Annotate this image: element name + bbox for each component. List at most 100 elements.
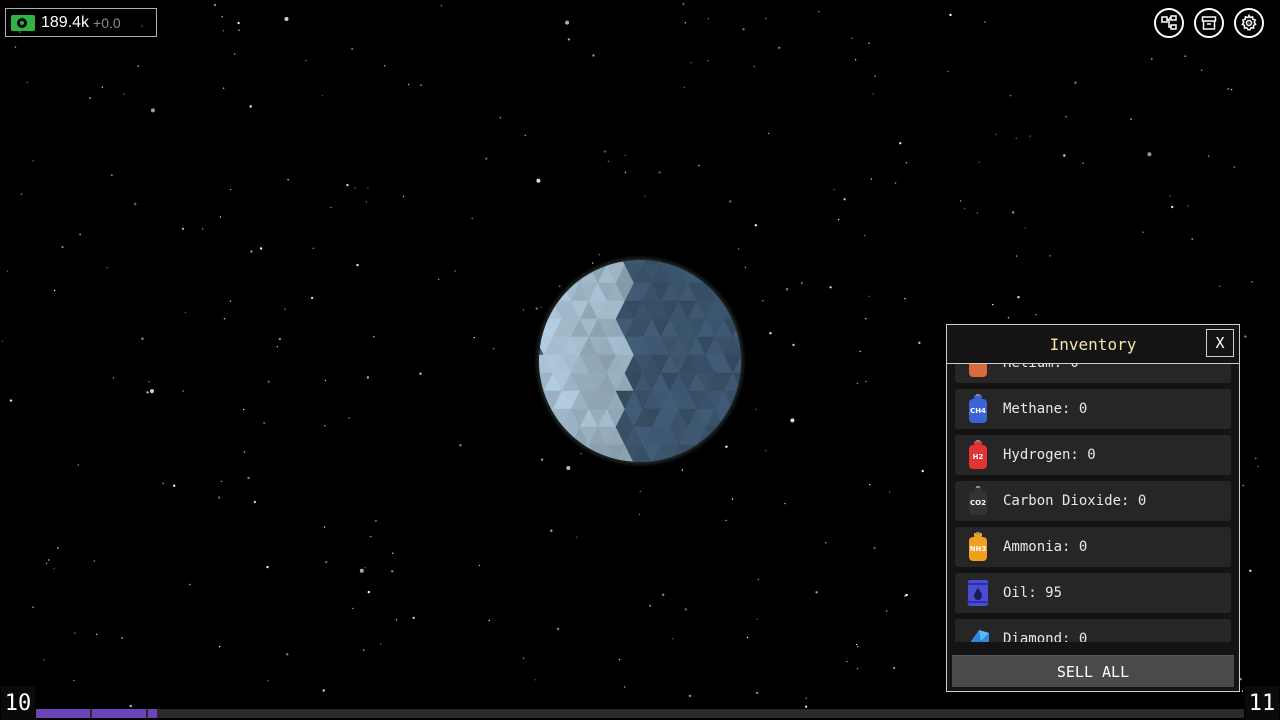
settings-button[interactable]: [1234, 8, 1264, 38]
archive-icon: [1201, 16, 1217, 30]
planet-facet: [570, 260, 590, 266]
star: [1015, 137, 1017, 140]
inventory-header: Inventory X: [947, 325, 1239, 364]
star: [856, 646, 859, 648]
planet-facet: [543, 264, 563, 284]
star: [217, 496, 221, 499]
star: [201, 228, 204, 230]
star: [384, 65, 386, 67]
close-button[interactable]: X: [1206, 329, 1234, 357]
star: [351, 48, 353, 50]
star: [419, 372, 422, 375]
inventory-item[interactable]: Diamond: 0: [955, 619, 1231, 642]
star: [284, 17, 289, 21]
svg-text:NH3: NH3: [970, 545, 987, 553]
star: [20, 193, 23, 195]
star: [222, 87, 225, 89]
star: [1074, 81, 1077, 84]
planet-facet: [723, 444, 741, 462]
sell-all-button[interactable]: SELL ALL: [952, 655, 1234, 687]
planet-facet: [579, 260, 599, 266]
planet-facet: [705, 260, 725, 266]
star: [1244, 335, 1247, 338]
star: [524, 134, 526, 137]
star: [364, 567, 366, 569]
star: [223, 318, 226, 320]
inventory-item-label: Carbon Dioxide: 0: [1003, 493, 1147, 509]
planet[interactable]: [534, 255, 746, 467]
star: [874, 75, 876, 77]
co2-tank-icon: CO2: [965, 486, 991, 516]
star: [756, 618, 758, 620]
star: [366, 376, 370, 379]
planet-facet: [723, 264, 741, 284]
star: [618, 658, 621, 661]
star: [310, 296, 314, 300]
inventory-item-label: Helium: 0: [1003, 364, 1079, 371]
star: [1147, 152, 1152, 157]
planet-facet: [742, 265, 746, 283]
tech-tree-button[interactable]: [1154, 8, 1184, 38]
star: [73, 679, 75, 682]
star: [984, 21, 986, 23]
star: [742, 28, 745, 31]
star: [522, 657, 525, 659]
money-delta: +0.0: [93, 14, 121, 31]
game-viewport[interactable]: 189.4k +0.0 Inventory X He: [0, 0, 1280, 720]
star: [856, 643, 858, 646]
star: [888, 491, 891, 493]
money-display: 189.4k +0.0: [5, 8, 157, 37]
star: [536, 178, 541, 183]
star: [220, 480, 222, 483]
star: [1007, 317, 1010, 319]
star: [32, 606, 34, 608]
star: [286, 653, 289, 656]
helium-tank-icon: [965, 364, 991, 378]
star: [478, 564, 481, 567]
star: [1184, 55, 1186, 57]
star: [173, 484, 176, 487]
star: [1171, 205, 1174, 209]
inventory-item[interactable]: H2 Hydrogen: 0: [955, 435, 1231, 475]
star: [1249, 569, 1252, 572]
star: [746, 636, 749, 639]
star: [792, 343, 795, 347]
planet-facet: [687, 260, 707, 266]
star: [856, 382, 858, 385]
planet-facet: [714, 444, 734, 462]
planet-facet: [561, 260, 581, 266]
star: [26, 81, 29, 84]
star: [1151, 58, 1153, 60]
star: [471, 217, 473, 220]
star: [658, 171, 661, 174]
star: [79, 233, 81, 236]
star: [1169, 195, 1171, 197]
star: [229, 300, 232, 302]
star: [753, 65, 755, 68]
star: [754, 224, 757, 227]
inventory-list[interactable]: Helium: 0 CH4 Methane: 0 H2 Hydrogen: 0 CO2 Ca…: [955, 364, 1231, 642]
star: [804, 705, 808, 708]
star: [905, 593, 908, 597]
star: [32, 160, 34, 162]
star: [96, 633, 98, 635]
star: [865, 317, 867, 320]
star: [111, 174, 113, 176]
planet-facet: [742, 463, 746, 467]
star: [565, 20, 570, 25]
star: [992, 303, 994, 306]
star: [247, 476, 250, 480]
inventory-item[interactable]: CH4 Methane: 0: [955, 389, 1231, 429]
star: [873, 546, 876, 550]
star: [184, 311, 187, 314]
inventory-item[interactable]: Helium: 0: [955, 364, 1231, 383]
planet-facet: [732, 282, 741, 302]
inventory-item[interactable]: NH3 Ammonia: 0: [955, 527, 1231, 567]
star: [137, 65, 139, 67]
inventory-item[interactable]: Oil: 95: [955, 573, 1231, 613]
planet-facet: [742, 301, 746, 319]
star: [684, 22, 686, 24]
inventory-item[interactable]: CO2 Carbon Dioxide: 0: [955, 481, 1231, 521]
storage-button[interactable]: [1194, 8, 1224, 38]
planet-facet: [535, 463, 553, 467]
